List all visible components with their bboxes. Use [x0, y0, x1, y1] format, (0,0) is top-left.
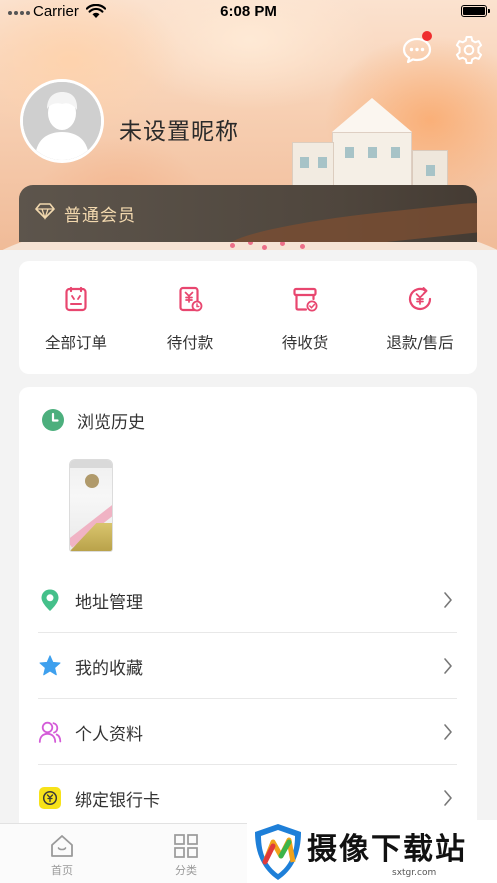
order-pending-payment-button[interactable]: 待付款 — [133, 261, 247, 374]
history-product-thumbnail[interactable] — [69, 459, 113, 552]
tab-home[interactable]: 首页 — [0, 824, 124, 883]
menu-bank-card-label: 绑定银行卡 — [75, 791, 160, 811]
menu-profile-label: 个人资料 — [75, 725, 143, 745]
chevron-right-icon — [444, 592, 452, 608]
watermark-url: sxtgr.com — [392, 868, 437, 878]
watermark-text: 摄像下载站 — [307, 832, 467, 867]
location-pin-icon — [41, 589, 59, 611]
chevron-right-icon — [444, 790, 452, 806]
gear-icon[interactable] — [453, 34, 485, 66]
product-brand-logo — [85, 474, 99, 488]
refund-icon — [408, 287, 432, 311]
status-time: 6:08 PM — [220, 3, 277, 20]
house-roof-decoration — [332, 98, 412, 132]
order-pending-payment-label: 待付款 — [166, 334, 214, 352]
tab-category-label: 分类 — [175, 864, 197, 877]
category-grid-icon — [174, 834, 198, 858]
history-menu-card: 浏览历史 地址管理 我的收藏 个人资料 绑定银行卡 — [19, 387, 477, 827]
battery-icon — [461, 5, 490, 17]
chevron-right-icon — [444, 658, 452, 674]
branch-decoration — [226, 201, 477, 242]
chevron-right-icon — [444, 724, 452, 740]
order-refund-button[interactable]: 退款/售后 — [363, 261, 477, 374]
avatar[interactable] — [20, 79, 104, 163]
watermark-logo-icon — [255, 824, 301, 880]
menu-address[interactable]: 地址管理 — [38, 567, 457, 633]
order-all-label: 全部订单 — [44, 334, 107, 352]
menu-favorites[interactable]: 我的收藏 — [38, 633, 457, 699]
order-all-button[interactable]: 全部订单 — [19, 261, 133, 374]
person-icon — [38, 721, 62, 743]
default-user-avatar — [23, 82, 101, 160]
order-list-icon — [65, 286, 87, 312]
membership-label: 普通会员 — [64, 206, 136, 226]
orders-card: 全部订单 待付款 待收货 退款/售后 — [19, 261, 477, 374]
nickname-text[interactable]: 未设置昵称 — [119, 112, 239, 146]
membership-bar[interactable]: 普通会员 — [19, 185, 477, 242]
star-icon — [39, 655, 61, 676]
order-pending-receipt-label: 待收货 — [281, 334, 329, 352]
menu-favorites-label: 我的收藏 — [75, 659, 143, 679]
diamond-icon — [35, 203, 55, 220]
order-refund-label: 退款/售后 — [386, 334, 454, 352]
profile-header: Carrier 6:08 PM 未设置昵称 普通会员 — [0, 0, 497, 250]
menu-address-label: 地址管理 — [75, 593, 143, 613]
home-icon — [51, 835, 73, 857]
order-pending-receipt-button[interactable]: 待收货 — [248, 261, 362, 374]
status-bar: Carrier 6:08 PM — [0, 0, 497, 24]
battery-fill — [463, 7, 485, 15]
bank-card-icon — [39, 787, 61, 809]
unread-badge — [422, 31, 432, 41]
tab-home-label: 首页 — [51, 864, 73, 877]
pending-receipt-icon — [293, 287, 318, 312]
pending-payment-icon — [179, 286, 203, 312]
clock-icon — [42, 409, 64, 431]
menu-profile[interactable]: 个人资料 — [38, 699, 457, 765]
tab-category[interactable]: 分类 — [124, 824, 248, 883]
history-title: 浏览历史 — [77, 413, 145, 433]
watermark: 摄像下载站 sxtgr.com — [247, 820, 497, 883]
